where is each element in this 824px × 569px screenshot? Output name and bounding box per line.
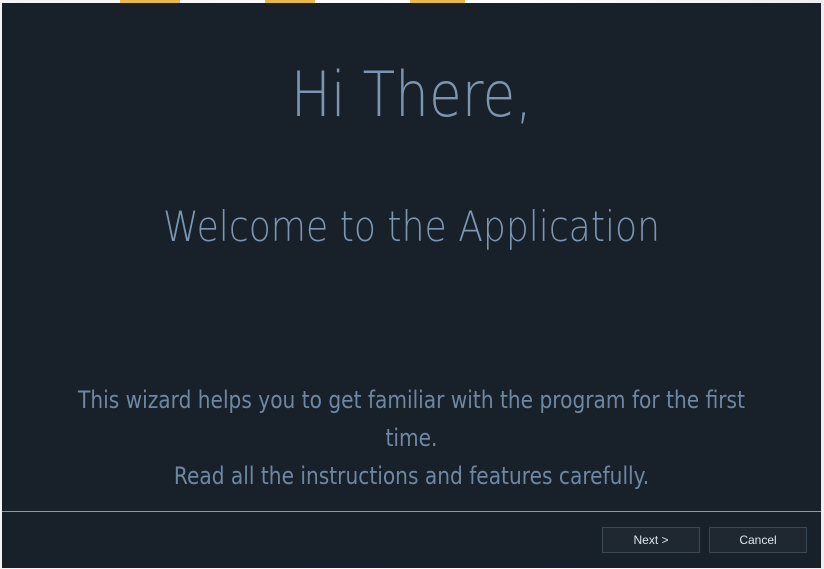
cancel-button[interactable]: Cancel [709,527,807,553]
greeting-heading: Hi There, [290,58,533,131]
wizard-content: Hi There, Welcome to the Application Thi… [2,3,821,511]
wizard-button-bar: Next > Cancel [2,512,821,568]
description-line-1: This wizard helps you to get familiar wi… [78,386,745,452]
setup-wizard-window: Hi There, Welcome to the Application Thi… [2,3,821,568]
description-line-2: Read all the instructions and features c… [173,462,650,490]
next-button[interactable]: Next > [602,527,700,553]
welcome-heading: Welcome to the Application [162,202,661,251]
wizard-description: This wizard helps you to get familiar wi… [68,381,756,495]
